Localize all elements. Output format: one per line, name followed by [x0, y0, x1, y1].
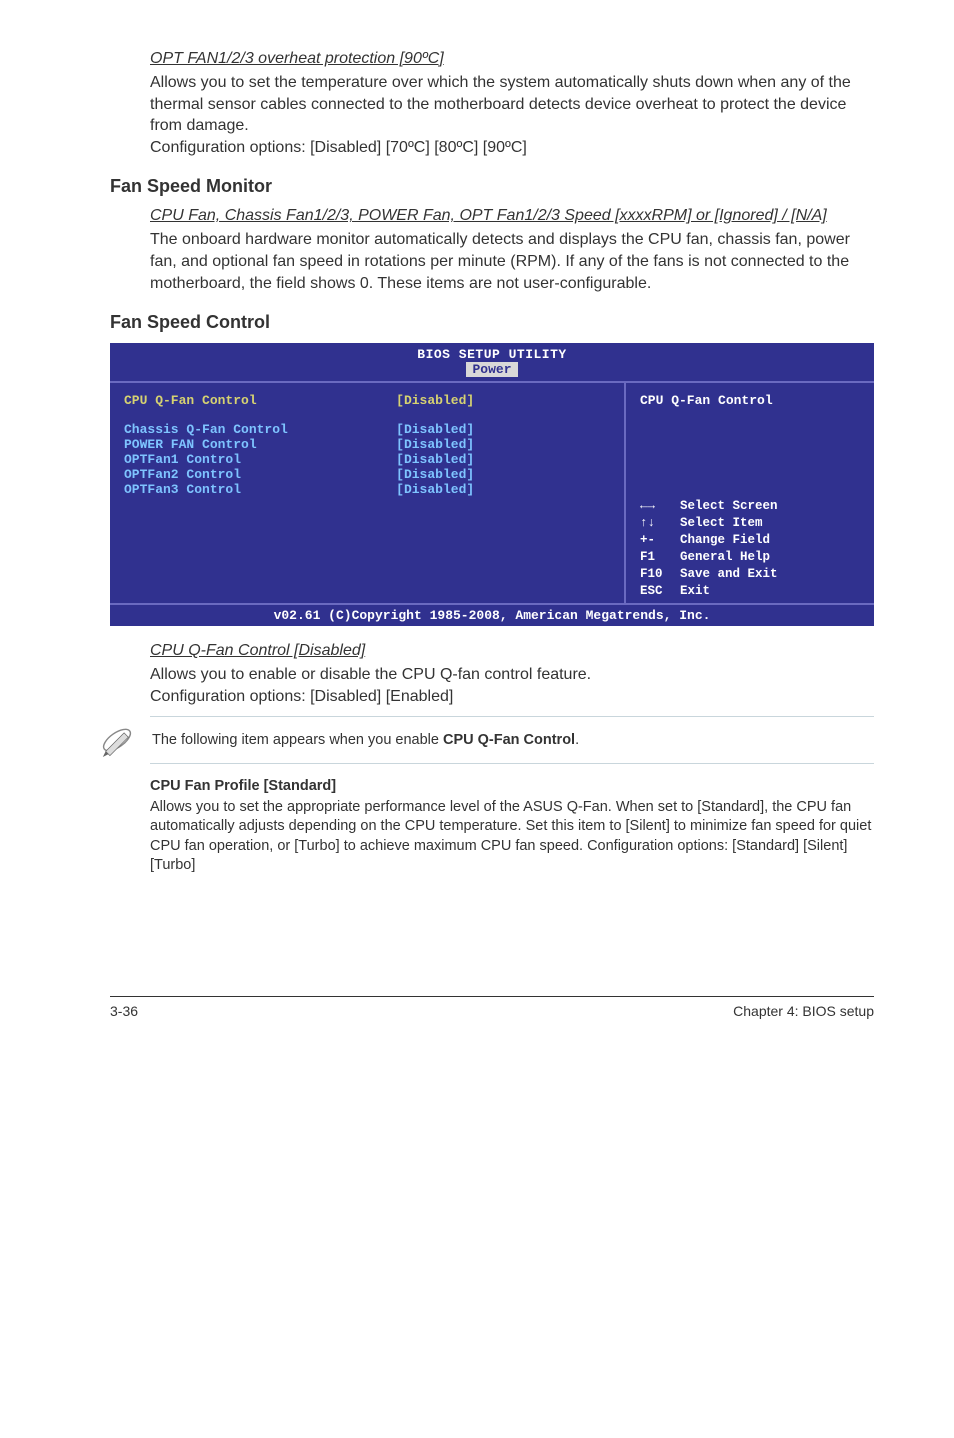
cpu-qfan-heading: CPU Q-Fan Control [Disabled]: [150, 642, 874, 660]
bios-left-panel: CPU Q-Fan Control [Disabled] Chassis Q-F…: [110, 383, 626, 603]
bios-setup-screenshot: BIOS SETUP UTILITY Power CPU Q-Fan Contr…: [110, 343, 874, 626]
bios-row-label: OPTFan2 Control: [124, 467, 396, 482]
bios-row-value: [Disabled]: [396, 422, 474, 437]
bios-help-desc: Exit: [680, 583, 710, 600]
bios-help-key: +-: [640, 532, 680, 549]
bios-row-value: [Disabled]: [396, 437, 474, 452]
bios-help-body: ←→Select Screen ↑↓Select Item +-Change F…: [640, 498, 860, 599]
bios-help-desc: Save and Exit: [680, 566, 778, 583]
bios-help-key: ↑↓: [640, 515, 680, 532]
bios-footer: v02.61 (C)Copyright 1985-2008, American …: [110, 603, 874, 626]
fan-monitor-subheading: CPU Fan, Chassis Fan1/2/3, POWER Fan, OP…: [150, 207, 874, 225]
bios-tab-row: Power: [110, 362, 874, 377]
bios-help-desc: Change Field: [680, 532, 770, 549]
note-callout: The following item appears when you enab…: [150, 716, 874, 764]
opt-fan-config: Configuration options: [Disabled] [70ºC]…: [150, 137, 874, 159]
bios-active-tab: Power: [466, 362, 517, 377]
bios-help-key: ←→: [640, 498, 680, 515]
bios-right-panel: CPU Q-Fan Control ←→Select Screen ↑↓Sele…: [626, 383, 874, 603]
cpu-qfan-body: Allows you to enable or disable the CPU …: [150, 664, 874, 686]
pencil-icon: [100, 723, 134, 757]
cpu-qfan-config: Configuration options: [Disabled] [Enabl…: [150, 686, 874, 708]
page-footer: 3-36 Chapter 4: BIOS setup: [110, 996, 874, 1019]
fan-speed-monitor-title: Fan Speed Monitor: [110, 176, 874, 197]
bios-help-key: ESC: [640, 583, 680, 600]
bios-help-title: CPU Q-Fan Control: [640, 393, 860, 408]
note-text: The following item appears when you enab…: [152, 732, 579, 748]
cpu-profile-body: Allows you to set the appropriate perfor…: [150, 798, 874, 876]
bios-row-label: CPU Q-Fan Control: [124, 393, 396, 408]
bios-row-label: OPTFan3 Control: [124, 482, 396, 497]
bios-row-value: [Disabled]: [396, 467, 474, 482]
bios-row-label: Chassis Q-Fan Control: [124, 422, 396, 437]
opt-fan-body: Allows you to set the temperature over w…: [150, 72, 874, 137]
page-number-left: 3-36: [110, 1003, 138, 1019]
opt-fan-heading: OPT FAN1/2/3 overheat protection [90ºC]: [150, 50, 874, 68]
fan-monitor-body: The onboard hardware monitor automatical…: [150, 229, 874, 294]
bios-row-label: POWER FAN Control: [124, 437, 396, 452]
bios-help-desc: Select Item: [680, 515, 763, 532]
bios-row-label: OPTFan1 Control: [124, 452, 396, 467]
bios-title: BIOS SETUP UTILITY: [110, 343, 874, 362]
fan-speed-control-title: Fan Speed Control: [110, 312, 874, 333]
bios-row-value: [Disabled]: [396, 482, 474, 497]
bios-help-desc: Select Screen: [680, 498, 778, 515]
page-footer-right: Chapter 4: BIOS setup: [733, 1003, 874, 1019]
bios-help-desc: General Help: [680, 549, 770, 566]
bios-help-key: F10: [640, 566, 680, 583]
bios-row-value: [Disabled]: [396, 452, 474, 467]
bios-row-value: [Disabled]: [396, 393, 474, 408]
cpu-profile-heading: CPU Fan Profile [Standard]: [150, 778, 874, 794]
bios-help-key: F1: [640, 549, 680, 566]
